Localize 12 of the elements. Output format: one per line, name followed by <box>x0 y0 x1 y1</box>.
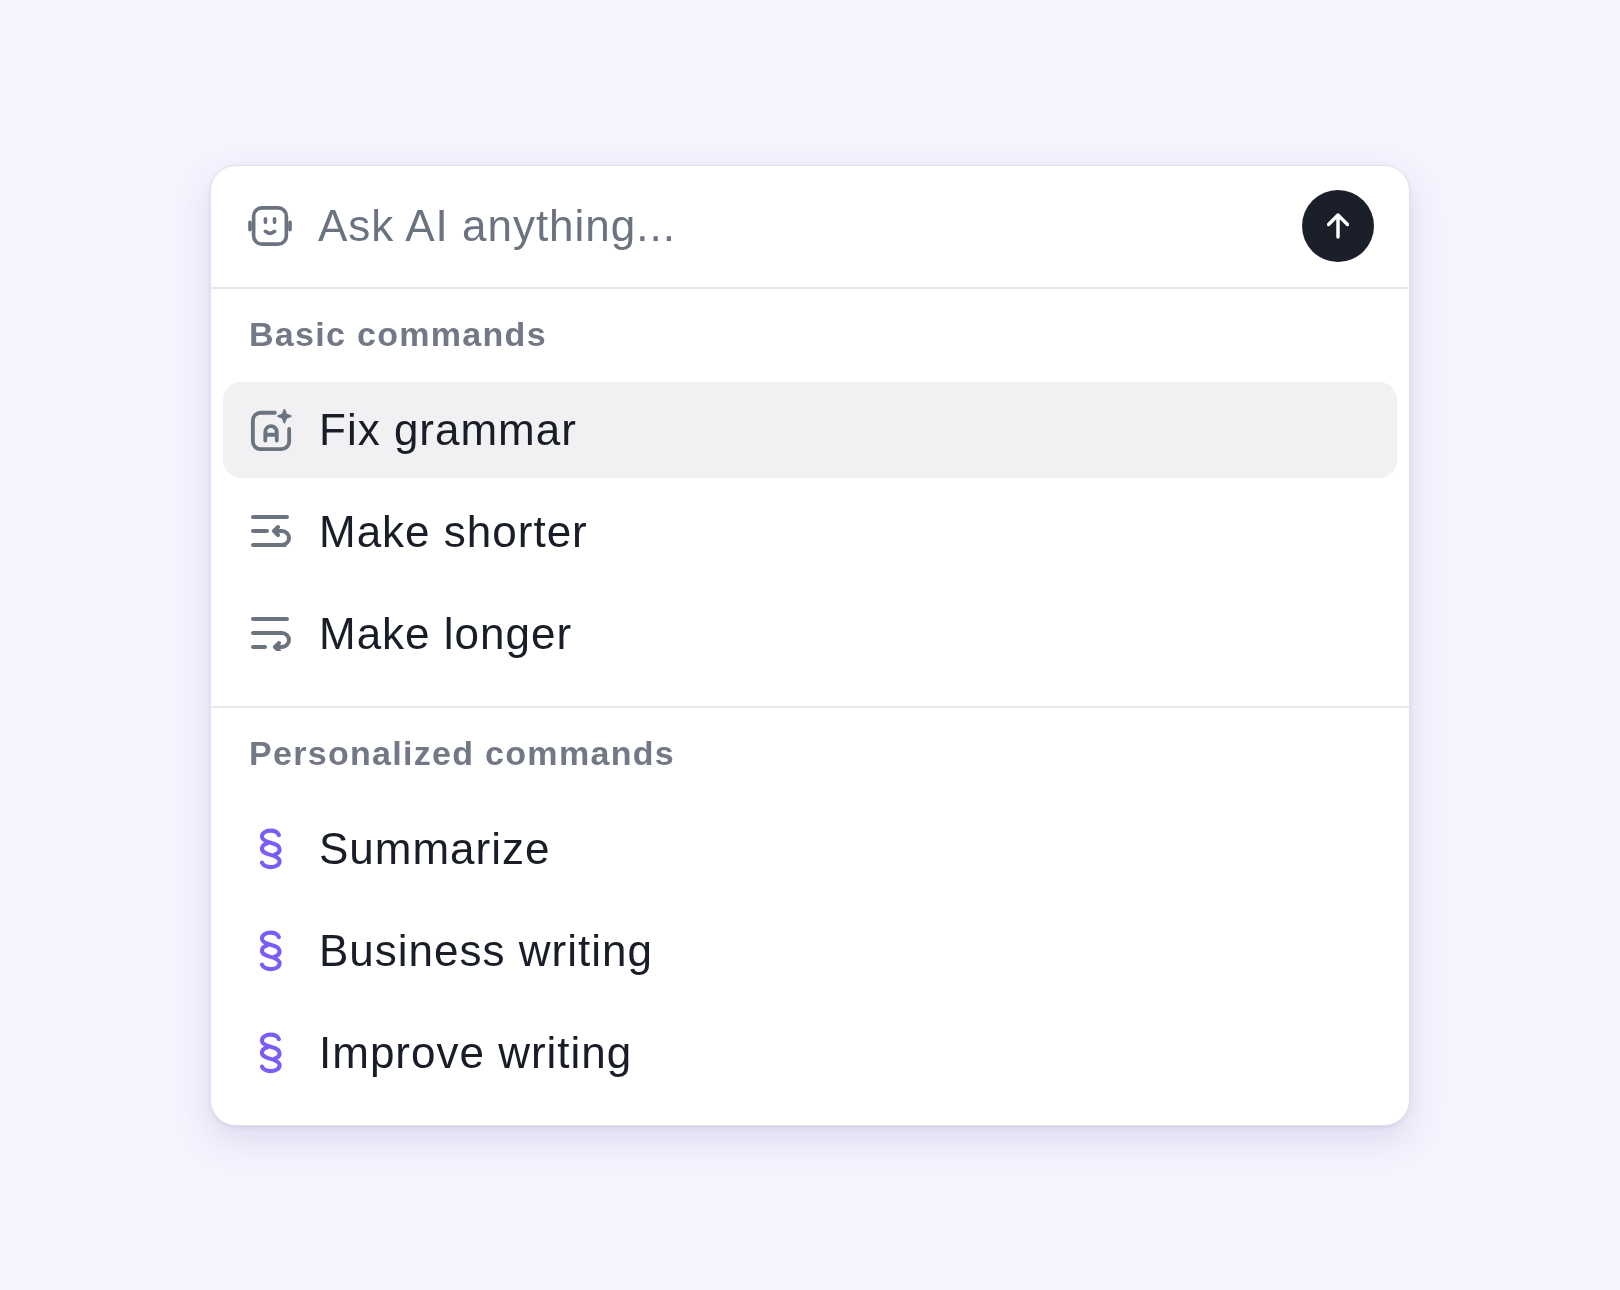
section-sign-icon <box>259 827 283 870</box>
section-sign-icon <box>259 1031 283 1074</box>
section-heading: Personalized commands <box>249 732 676 773</box>
section-heading: Basic commands <box>249 313 548 354</box>
prompt-field[interactable]: Ask AI anything... <box>318 196 1276 256</box>
section-sign-icon <box>259 929 283 972</box>
arrow-up-icon <box>1327 213 1349 239</box>
text-wrap-icon <box>250 616 292 651</box>
command-item[interactable]: Fix grammar <box>223 381 1397 478</box>
letter-sparkle-icon <box>249 408 293 451</box>
lines-arrow-icon <box>250 514 292 549</box>
robot-icon <box>248 206 292 246</box>
